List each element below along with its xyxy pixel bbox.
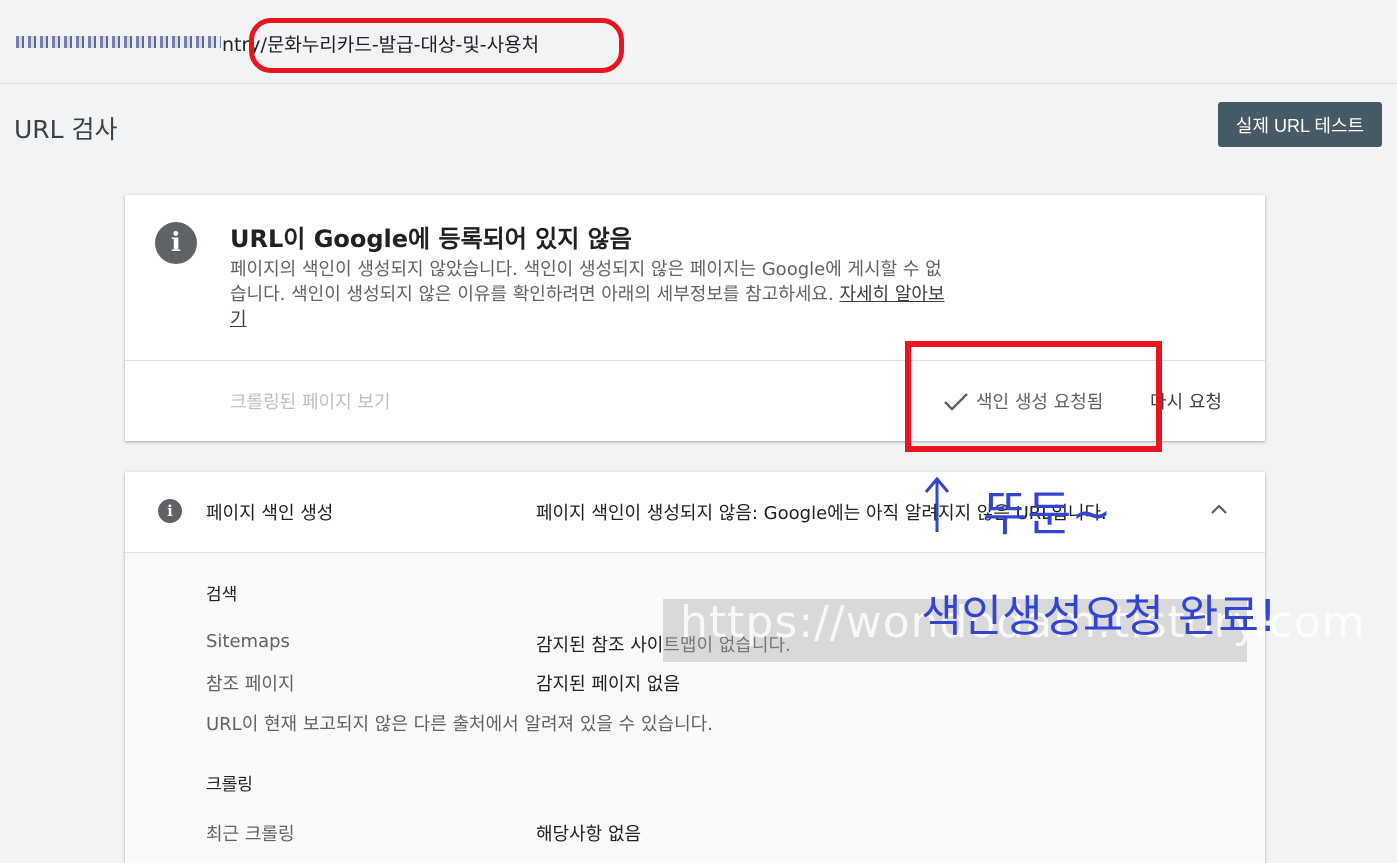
coverage-label: 페이지 색인 생성 xyxy=(206,503,334,524)
info-icon: i xyxy=(158,499,182,523)
status-description: 페이지의 색인이 생성되지 않았습니다. 색인이 생성되지 않은 페이지는 Go… xyxy=(230,257,950,332)
last-crawl-label: 최근 크롤링 xyxy=(206,824,295,845)
highlight-box xyxy=(905,341,1162,452)
annotation-arrow-text: 뚜둔~ xyxy=(983,486,1112,542)
sitemaps-label: Sitemaps xyxy=(206,631,290,652)
crawl-heading: 크롤링 xyxy=(206,775,253,795)
annotation-done-text: 색인생성요청 완료! xyxy=(921,591,1277,642)
discovery-note: URL이 현재 보고되지 않은 다른 출처에서 알려져 있을 수 있습니다. xyxy=(206,714,713,735)
status-description-text: 페이지의 색인이 생성되지 않았습니다. 색인이 생성되지 않은 페이지는 Go… xyxy=(230,259,942,305)
arrow-up-icon xyxy=(924,476,950,532)
test-live-url-button[interactable]: 실제 URL 테스트 xyxy=(1218,102,1382,147)
status-title: URL이 Google에 등록되어 있지 않음 xyxy=(230,225,632,253)
last-crawl-value: 해당사항 없음 xyxy=(536,824,642,845)
referring-page-value: 감지된 페이지 없음 xyxy=(536,674,680,695)
page-title: URL 검사 xyxy=(14,115,118,144)
blurred-url-prefix xyxy=(16,36,221,48)
address-bar: ntry/문화누리카드-발급-대상-및-사용처 xyxy=(0,0,1397,84)
highlight-oval xyxy=(249,18,624,73)
info-icon: i xyxy=(155,222,197,264)
view-crawled-page-link[interactable]: 크롤링된 페이지 보기 xyxy=(230,388,390,414)
chevron-up-icon[interactable] xyxy=(1210,503,1228,515)
discovery-heading: 검색 xyxy=(206,585,238,605)
referring-page-label: 참조 페이지 xyxy=(206,674,295,695)
